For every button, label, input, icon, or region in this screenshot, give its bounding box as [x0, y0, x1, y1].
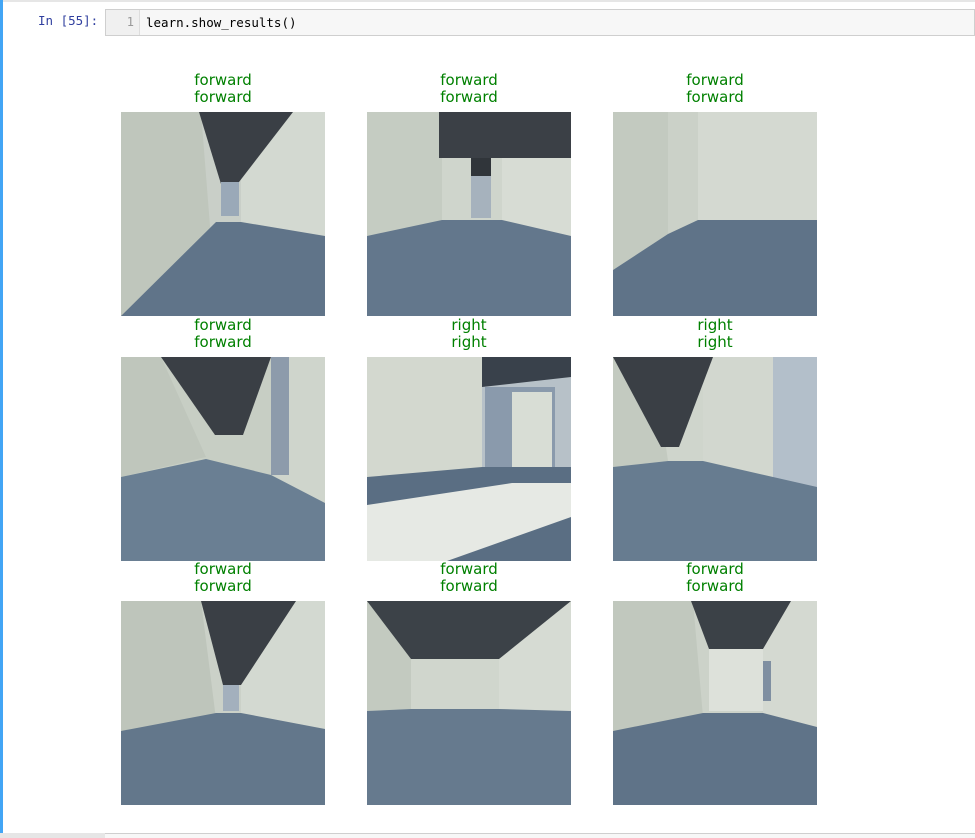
cell-top-border	[0, 0, 975, 2]
result-actual-label: forward	[440, 560, 498, 578]
result-predicted-label: forward	[440, 88, 498, 106]
result-image	[121, 112, 325, 316]
result-cell: right right	[613, 316, 817, 561]
result-cell: forward forward	[121, 316, 325, 561]
result-image	[367, 357, 571, 561]
result-cell: forward forward	[121, 71, 325, 316]
code-input-area[interactable]: 1 learn.show_results()	[105, 9, 975, 36]
result-image	[121, 601, 325, 805]
result-predicted-label: forward	[440, 577, 498, 595]
result-predicted-label: right	[451, 333, 487, 351]
result-image	[613, 112, 817, 316]
result-cell: forward forward	[613, 560, 817, 805]
result-cell: forward forward	[367, 560, 571, 805]
result-cell: forward forward	[367, 71, 571, 316]
line-number: 1	[126, 15, 134, 29]
result-actual-label: forward	[686, 71, 744, 89]
result-image	[367, 112, 571, 316]
input-prompt: In [55]:	[38, 13, 99, 28]
result-image	[613, 601, 817, 805]
result-cell: right right	[367, 316, 571, 561]
result-image	[613, 357, 817, 561]
result-actual-label: forward	[194, 71, 252, 89]
line-number-gutter: 1	[106, 10, 140, 35]
result-cell: forward forward	[613, 71, 817, 316]
code-text[interactable]: learn.show_results()	[146, 15, 297, 30]
selected-cell-indicator	[0, 0, 3, 833]
result-image	[121, 357, 325, 561]
result-actual-label: forward	[194, 560, 252, 578]
result-actual-label: right	[451, 316, 487, 334]
next-cell-input-stub[interactable]	[105, 833, 975, 838]
result-actual-label: forward	[686, 560, 744, 578]
result-cell: forward forward	[121, 560, 325, 805]
result-actual-label: forward	[194, 316, 252, 334]
result-image	[367, 601, 571, 805]
result-predicted-label: forward	[194, 333, 252, 351]
result-actual-label: right	[697, 316, 733, 334]
result-predicted-label: forward	[686, 88, 744, 106]
result-actual-label: forward	[440, 71, 498, 89]
result-predicted-label: forward	[194, 577, 252, 595]
result-predicted-label: forward	[194, 88, 252, 106]
result-predicted-label: forward	[686, 577, 744, 595]
result-predicted-label: right	[697, 333, 733, 351]
